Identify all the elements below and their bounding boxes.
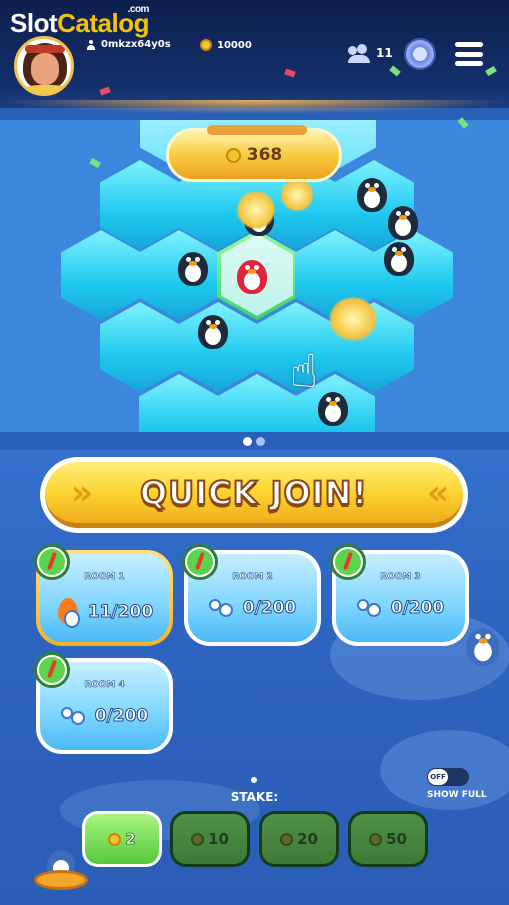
coin-counter-value: 368 [246, 145, 283, 165]
chevron-right-icon: » [71, 472, 93, 513]
top-bar: SlotCatalog .com 0mkzx64y0s 10000 11 [0, 0, 509, 114]
user-icon [86, 39, 96, 50]
carousel-dot[interactable] [256, 437, 265, 446]
penguin-icon [198, 315, 228, 349]
stake-option-20[interactable]: 20 [259, 811, 339, 867]
timer-icon [34, 652, 70, 688]
quick-join-label: QUICK JOIN! [139, 473, 368, 513]
penguin-icon [466, 628, 500, 666]
toggle-switch[interactable]: OFF [427, 768, 469, 786]
timer-icon [330, 544, 366, 580]
coin-icon [369, 832, 383, 846]
toggle-state-text: OFF [428, 769, 448, 785]
players-online-count: 11 [376, 46, 393, 60]
room-player-count: 11/200 [87, 602, 154, 623]
players-icon [348, 44, 372, 63]
hot-flame-icon [56, 598, 80, 628]
stake-value: 20 [297, 830, 318, 848]
stake-option-50[interactable]: 50 [348, 811, 428, 867]
stake-option-10[interactable]: 10 [170, 811, 250, 867]
page-indicator-dot [251, 777, 257, 783]
stake-value: 2 [125, 830, 136, 849]
penguin-mascot-icon [34, 850, 88, 892]
stake-value: 10 [208, 830, 229, 848]
players-online[interactable]: 11 [348, 44, 393, 63]
players-icon [60, 707, 87, 725]
username-display: 0mkzx64y0s [86, 39, 171, 50]
penguin-icon [384, 242, 414, 276]
room-player-count: 0/200 [94, 706, 149, 727]
penguin-icon [178, 252, 208, 286]
coin-burst-icon [236, 190, 276, 230]
coin-icon [200, 39, 212, 51]
quick-join-button[interactable]: » QUICK JOIN! « [40, 457, 468, 533]
room-player-count: 0/200 [390, 598, 445, 619]
coin-icon [108, 832, 122, 846]
stake-label: STAKE: [230, 790, 279, 804]
players-icon [356, 599, 383, 617]
balance-display: 10000 [200, 39, 252, 51]
watermark-text-com: .com [127, 4, 150, 15]
pointing-hand-icon: ☝ [290, 344, 319, 398]
stake-option-2[interactable]: 2 [82, 811, 162, 867]
stake-value: 50 [386, 830, 407, 848]
username-text: 0mkzx64y0s [101, 39, 171, 50]
red-penguin-icon [237, 260, 267, 294]
carousel-dot-active[interactable] [243, 437, 252, 446]
coin-counter: 368 [166, 125, 342, 182]
coin-icon [225, 147, 241, 163]
watermark-text-slot: Slot [10, 8, 58, 38]
avatar[interactable] [14, 36, 74, 96]
room-player-count: 0/200 [242, 598, 297, 619]
timer-icon [182, 544, 218, 580]
coin-icon [191, 832, 205, 846]
coin-icon [280, 832, 294, 846]
coin-burst-icon [328, 296, 378, 342]
hex-tile [100, 302, 180, 392]
hamburger-menu-icon[interactable] [455, 42, 483, 66]
penguin-icon [357, 178, 387, 212]
rank-badge-icon[interactable] [404, 38, 436, 70]
penguin-icon [388, 206, 418, 240]
chevron-left-icon: « [427, 472, 449, 513]
carousel-dots[interactable] [243, 437, 265, 446]
penguin-icon [318, 392, 348, 426]
coin-burst-icon [280, 178, 314, 212]
balance-text: 10000 [217, 39, 252, 51]
watermark-logo: SlotCatalog .com [10, 4, 149, 39]
players-icon [208, 599, 235, 617]
timer-icon [34, 544, 70, 580]
